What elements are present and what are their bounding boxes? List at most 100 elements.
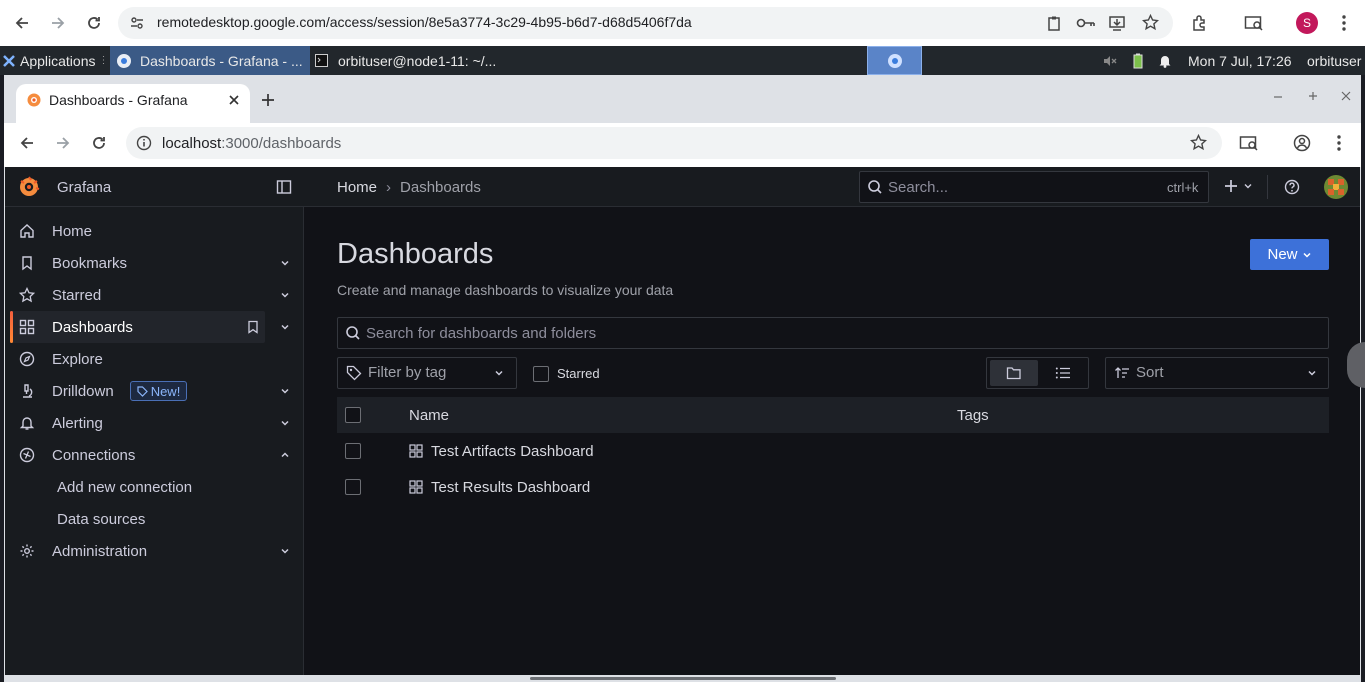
home-icon	[12, 223, 42, 239]
horizontal-scrollbar[interactable]	[530, 677, 836, 680]
grafana-logo-icon[interactable]	[17, 175, 41, 199]
taskbar-window-label: Dashboards - Grafana - ...	[140, 52, 303, 69]
dashboard-link[interactable]: Test Artifacts Dashboard	[431, 443, 594, 460]
chevron-down-icon[interactable]	[278, 544, 292, 558]
maximize-icon[interactable]	[1307, 90, 1319, 102]
nav-explore[interactable]: Explore	[12, 343, 265, 375]
row-checkbox[interactable]	[345, 443, 361, 459]
os-taskbar: Applications ⋮ Dashboards - Grafana - ..…	[0, 46, 1365, 75]
notification-bell-icon[interactable]	[1158, 46, 1172, 75]
nav-drilldown[interactable]: Drilldown New!	[12, 375, 265, 407]
taskbar-window-grafana[interactable]: Dashboards - Grafana - ...	[110, 46, 310, 75]
key-icon[interactable]	[1076, 15, 1096, 31]
chevron-up-icon[interactable]	[278, 448, 292, 462]
bookmark-star-icon[interactable]	[1142, 14, 1159, 31]
row-checkbox[interactable]	[345, 479, 361, 495]
chevron-down-icon	[1302, 252, 1311, 258]
volume-muted-icon[interactable]	[1103, 46, 1117, 75]
account-icon[interactable]	[1293, 134, 1311, 152]
nav-label: Explore	[52, 350, 103, 368]
nav-administration[interactable]: Administration	[12, 535, 265, 567]
info-icon[interactable]	[136, 135, 152, 151]
nav-label: Administration	[52, 542, 148, 560]
taskbar-user[interactable]: orbituser	[1307, 46, 1361, 75]
reload-icon[interactable]	[91, 135, 107, 151]
nav-label: Bookmarks	[52, 254, 128, 272]
back-arrow-icon[interactable]	[14, 15, 30, 31]
breadcrumb-home[interactable]: Home	[337, 179, 377, 196]
clipboard-icon[interactable]	[1046, 15, 1062, 31]
nav-bookmarks[interactable]: Bookmarks	[12, 247, 265, 279]
bookmark-star-icon[interactable]	[1190, 134, 1207, 151]
nav-starred[interactable]: Starred	[12, 279, 265, 311]
list-icon	[1055, 367, 1070, 379]
nav-data-sources[interactable]: Data sources	[57, 511, 145, 528]
starred-checkbox[interactable]	[533, 366, 549, 382]
nav-alerting[interactable]: Alerting	[12, 407, 265, 439]
nav-label: Connections	[52, 446, 136, 464]
forward-arrow-icon[interactable]	[50, 15, 66, 31]
more-vert-icon[interactable]	[1336, 14, 1352, 32]
more-vert-icon[interactable]	[1331, 134, 1347, 152]
nav-dashboards[interactable]: Dashboards	[12, 311, 265, 343]
new-tab-icon[interactable]	[260, 92, 276, 108]
connections-icon	[12, 447, 42, 463]
install-app-icon[interactable]	[1108, 14, 1126, 32]
compass-icon	[12, 351, 42, 367]
cast-search-icon[interactable]	[1244, 14, 1264, 32]
chevron-down-icon	[1306, 367, 1318, 379]
nav-home[interactable]: Home	[12, 215, 265, 247]
new-button[interactable]: New	[1250, 239, 1329, 270]
sort-label: Sort	[1136, 364, 1164, 381]
chevron-down-icon	[493, 367, 505, 379]
new-button-label: New	[1267, 246, 1298, 263]
terminal-icon	[315, 54, 328, 67]
close-window-icon[interactable]	[1340, 90, 1352, 102]
site-info-icon[interactable]	[129, 15, 145, 31]
applications-menu[interactable]: Applications ⋮	[2, 46, 109, 75]
back-arrow-icon[interactable]	[19, 135, 35, 151]
workspace-indicator[interactable]	[867, 46, 922, 75]
list-view-button[interactable]	[1041, 360, 1085, 386]
add-new-button[interactable]	[1224, 179, 1253, 193]
taskbar-clock[interactable]: Mon 7 Jul, 17:26	[1188, 46, 1292, 75]
plus-icon	[1225, 180, 1237, 192]
chevron-down-icon[interactable]	[278, 384, 292, 398]
close-tab-icon[interactable]	[227, 93, 241, 107]
microscope-icon	[12, 383, 42, 399]
user-avatar[interactable]	[1324, 175, 1348, 199]
select-all-checkbox[interactable]	[345, 407, 361, 423]
forward-arrow-icon[interactable]	[55, 135, 71, 151]
star-icon	[12, 287, 42, 303]
nav-label: Home	[52, 222, 93, 240]
bell-icon	[12, 415, 42, 431]
grafana-favicon-icon	[26, 92, 42, 108]
search-icon	[867, 179, 883, 195]
new-badge-label: New!	[150, 383, 181, 399]
grafana-brand: Grafana	[57, 179, 112, 196]
tab-title: Dashboards - Grafana	[49, 92, 188, 108]
bookmark-toggle-icon[interactable]	[246, 320, 260, 334]
minimize-icon[interactable]	[1272, 90, 1284, 102]
taskbar-window-terminal[interactable]: orbituser@node1-11: ~/...	[315, 46, 496, 75]
cog-icon	[12, 543, 42, 559]
profile-avatar[interactable]: S	[1296, 12, 1318, 34]
dock-menu-icon[interactable]	[276, 179, 292, 195]
extensions-icon[interactable]	[1191, 14, 1209, 32]
table-header	[337, 397, 1329, 433]
chevron-down-icon[interactable]	[278, 288, 292, 302]
nav-add-new-connection[interactable]: Add new connection	[57, 479, 192, 496]
nav-connections[interactable]: Connections	[12, 439, 265, 471]
chevron-down-icon[interactable]	[278, 416, 292, 430]
chevron-down-icon[interactable]	[278, 256, 292, 270]
help-icon[interactable]	[1284, 179, 1300, 195]
reload-icon[interactable]	[86, 15, 102, 31]
new-badge: New!	[129, 381, 188, 401]
cast-search-icon[interactable]	[1239, 134, 1259, 152]
dashboard-link[interactable]: Test Results Dashboard	[431, 479, 590, 496]
url-host: localhost	[162, 135, 222, 152]
folder-view-button[interactable]	[990, 360, 1038, 386]
battery-icon[interactable]	[1133, 46, 1143, 75]
page-title: Dashboards	[337, 238, 494, 270]
chevron-down-icon[interactable]	[278, 320, 292, 334]
